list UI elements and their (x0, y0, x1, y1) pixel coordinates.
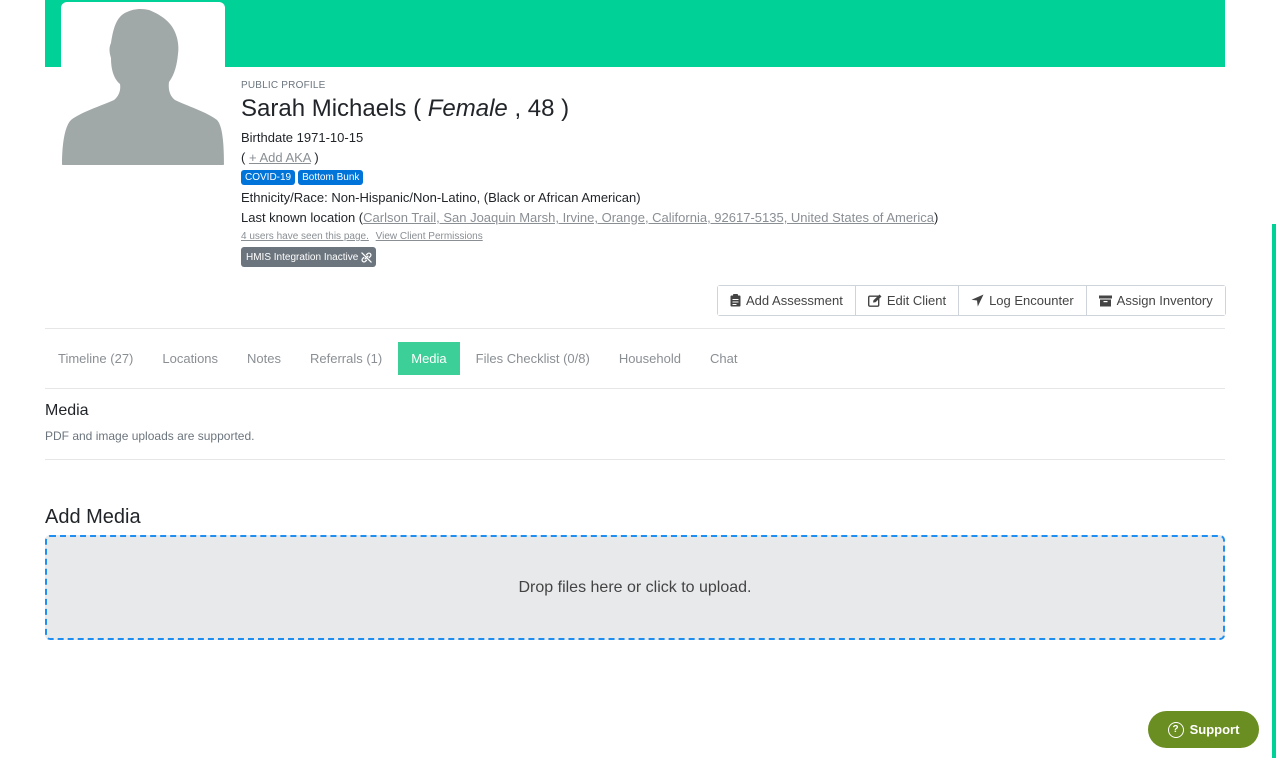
divider (45, 459, 1225, 460)
profile-info: PUBLIC PROFILE Sarah Michaels ( Female ,… (241, 79, 1221, 267)
add-media-title: Add Media (45, 506, 141, 528)
add-assessment-button[interactable]: Add Assessment (718, 286, 856, 315)
client-gender: Female (427, 95, 508, 122)
client-age: 48 (527, 95, 555, 122)
media-section-description: PDF and image uploads are supported. (45, 429, 255, 443)
edit-client-label: Edit Client (886, 293, 947, 308)
tag-badges: COVID-19 Bottom Bunk (241, 170, 1221, 186)
file-dropzone[interactable]: Drop files here or click to upload. (45, 535, 1225, 640)
hmis-status-badge: HMIS Integration Inactive (241, 247, 377, 267)
add-assessment-label: Add Assessment (746, 293, 843, 308)
birthdate-row: Birthdate 1971-10-15 (241, 129, 1221, 147)
edit-icon (867, 294, 882, 307)
client-actions-group: Add Assessment Edit Client Log Encounter… (717, 285, 1226, 316)
log-encounter-label: Log Encounter (989, 293, 1074, 308)
tab-media[interactable]: Media (398, 342, 460, 375)
public-profile-label: PUBLIC PROFILE (241, 80, 326, 91)
view-permissions-link[interactable]: View Client Permissions (376, 231, 483, 242)
archive-box-icon (1098, 295, 1112, 306)
assign-inventory-label: Assign Inventory (1116, 293, 1213, 308)
seen-users-link[interactable]: 4 users have seen this page. (241, 231, 369, 242)
unlink-icon (361, 251, 373, 263)
avatar (61, 2, 225, 167)
client-tabs: Timeline (27) Locations Notes Referrals … (45, 342, 753, 375)
location-label: Last known location (241, 210, 356, 225)
help-icon: ? (1167, 721, 1184, 738)
ethnicity-label: Ethnicity/Race: (241, 190, 328, 205)
aka-row: ( + Add AKA ) (241, 150, 319, 165)
birthdate-label: Birthdate (241, 130, 294, 145)
edit-client-button[interactable]: Edit Client (855, 286, 960, 315)
assign-inventory-button[interactable]: Assign Inventory (1086, 286, 1225, 315)
ethnicity-value: Non-Hispanic/Non-Latino, (Black or Afric… (331, 190, 641, 205)
client-name-heading: Sarah Michaels ( Female , 48 ) (241, 95, 570, 122)
person-silhouette-icon (62, 8, 224, 165)
support-button[interactable]: ? Support (1148, 711, 1259, 748)
scrollbar[interactable] (1272, 224, 1276, 758)
tab-household[interactable]: Household (606, 342, 694, 375)
support-label: Support (1189, 722, 1240, 737)
client-name: Sarah Michaels (241, 95, 407, 122)
dropzone-text: Drop files here or click to upload. (518, 578, 752, 596)
tab-files-checklist[interactable]: Files Checklist (0/8) (463, 342, 603, 375)
log-encounter-button[interactable]: Log Encounter (959, 286, 1087, 315)
divider (45, 388, 1225, 389)
badge-bottom-bunk: Bottom Bunk (298, 170, 364, 185)
location-link[interactable]: Carlson Trail, San Joaquin Marsh, Irvine… (363, 210, 934, 225)
tab-chat[interactable]: Chat (697, 342, 750, 375)
tab-notes[interactable]: Notes (234, 342, 294, 375)
media-section-title: Media (45, 402, 89, 419)
divider (45, 328, 1225, 329)
tab-locations[interactable]: Locations (149, 342, 231, 375)
badge-covid: COVID-19 (241, 170, 296, 185)
ethnicity-row: Ethnicity/Race: Non-Hispanic/Non-Latino,… (241, 189, 1221, 207)
location-arrow-icon (971, 294, 984, 307)
tab-timeline[interactable]: Timeline (27) (45, 342, 146, 375)
location-row: Last known location (Carlson Trail, San … (241, 210, 939, 225)
add-aka-link[interactable]: + Add AKA (249, 150, 311, 165)
clipboard-icon (730, 294, 741, 307)
hmis-label: HMIS Integration Inactive (246, 251, 359, 263)
page-views-row: 4 users have seen this page. View Client… (241, 230, 1221, 243)
tab-referrals[interactable]: Referrals (1) (297, 342, 395, 375)
birthdate-value: 1971-10-15 (296, 130, 364, 145)
